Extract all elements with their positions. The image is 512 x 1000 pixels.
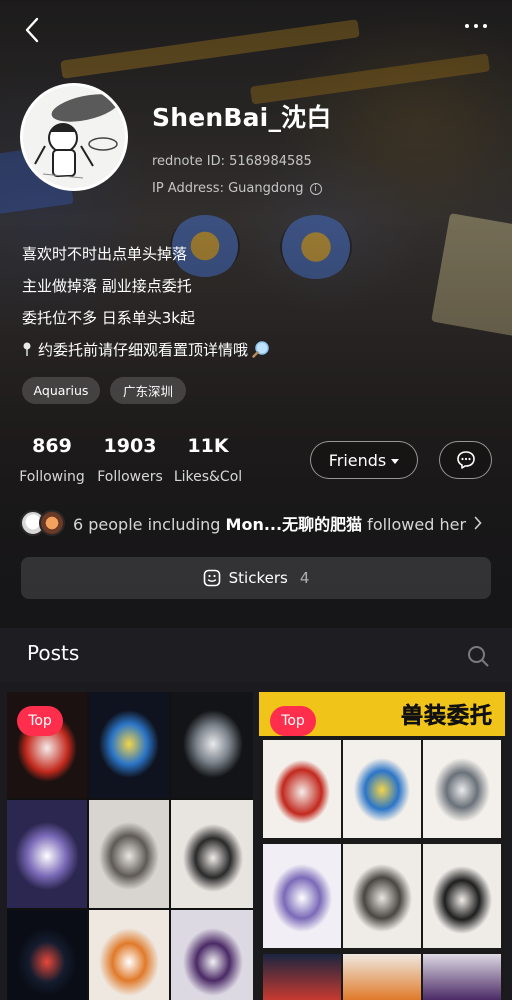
mutual-followers-text: 6 people including Mon...无聊的肥猫 followed … — [73, 511, 466, 535]
stat-value: 869 — [32, 435, 72, 457]
more-dots-icon — [465, 24, 469, 28]
post-thumbnail — [423, 740, 501, 838]
username: ShenBai_沈白 — [152, 103, 332, 132]
post-thumbnail — [171, 910, 253, 1000]
stat-value: 1903 — [103, 435, 157, 457]
tag-location[interactable]: 广东深圳 — [110, 377, 186, 404]
avatar-illustration — [23, 86, 125, 188]
post-thumbnail — [263, 954, 341, 1000]
stickers-count: 4 — [299, 569, 310, 587]
post-thumbnail — [343, 954, 421, 1000]
mutual-avatar — [39, 510, 65, 536]
tab-posts[interactable]: Posts — [27, 641, 79, 665]
bio-line-4: 约委托前请仔细观看置顶详情哦 — [22, 334, 270, 366]
post-thumbnail — [89, 910, 169, 1000]
pinned-top-badge: Top — [270, 706, 316, 736]
post-thumbnail — [171, 692, 253, 798]
bio-line: 委托位不多 日系单头3k起 — [22, 309, 195, 327]
caret-down-icon — [391, 458, 400, 464]
ip-address: IP Address: Guangdong — [152, 181, 304, 196]
back-button[interactable] — [18, 14, 46, 46]
friends-button[interactable]: Friends — [310, 441, 418, 479]
post-thumbnail — [89, 692, 169, 798]
post-thumbnail — [423, 844, 501, 948]
stat-following[interactable]: 869 Following — [18, 434, 86, 485]
friends-label: Friends — [328, 450, 387, 470]
chat-bubble-icon — [456, 451, 475, 469]
mutual-followers-row[interactable]: 6 people including Mon...无聊的肥猫 followed … — [20, 509, 492, 537]
search-icon[interactable] — [466, 644, 490, 668]
post-thumbnail — [89, 800, 169, 908]
stat-likes-collections[interactable]: 11K Likes&Col — [172, 434, 244, 485]
pin-icon — [23, 342, 31, 356]
post-banner-text: 兽装委托 — [400, 704, 493, 730]
post-thumbnail — [171, 800, 253, 908]
post-thumbnail — [263, 740, 341, 838]
tag-zodiac[interactable]: Aquarius — [22, 377, 100, 404]
magnifier-icon — [252, 341, 269, 358]
stickers-label: Stickers — [228, 569, 288, 587]
chevron-right-icon — [474, 516, 482, 530]
stickers-button[interactable]: Stickers 4 — [21, 557, 491, 599]
mutual-prefix: 6 people including — [73, 515, 226, 534]
post-thumbnail — [263, 844, 341, 948]
more-dots-icon — [483, 24, 487, 28]
post-card[interactable]: 兽装委托 Top — [259, 692, 505, 1000]
post-thumbnail — [423, 954, 501, 1000]
pinned-top-badge: Top — [17, 706, 63, 736]
post-thumbnail — [343, 740, 421, 838]
stat-label: Likes&Col — [173, 469, 243, 485]
back-arrow-icon — [25, 17, 39, 43]
bio-line: 约委托前请仔细观看置顶详情哦 — [38, 341, 249, 359]
more-dots-icon — [474, 24, 478, 28]
bio: 喜欢时不时出点单头掉落 主业做掉落 副业接点委托 委托位不多 日系单头3k起 约… — [22, 238, 270, 366]
mutual-suffix: followed her — [362, 515, 467, 534]
post-thumbnail — [7, 910, 87, 1000]
stat-label: Followers — [97, 469, 163, 485]
stat-value: 11K — [187, 435, 229, 457]
more-options-button[interactable] — [460, 16, 492, 36]
sticker-face-icon — [203, 569, 220, 587]
ip-address-row: IP Address: Guangdong i — [152, 181, 322, 196]
bio-line: 主业做掉落 副业接点委托 — [22, 277, 192, 295]
post-thumbnail — [7, 800, 87, 908]
bio-line: 喜欢时不时出点单头掉落 — [22, 245, 188, 263]
mutual-name: Mon...无聊的肥猫 — [225, 515, 363, 534]
rednote-id[interactable]: rednote ID: 5168984585 — [152, 154, 312, 169]
message-button[interactable] — [439, 441, 492, 479]
stat-followers[interactable]: 1903 Followers — [96, 434, 164, 485]
post-thumbnail — [343, 844, 421, 948]
info-icon[interactable]: i — [309, 182, 322, 195]
avatar[interactable] — [20, 83, 128, 191]
stat-label: Following — [19, 469, 85, 485]
post-card[interactable]: Top — [7, 692, 253, 1000]
